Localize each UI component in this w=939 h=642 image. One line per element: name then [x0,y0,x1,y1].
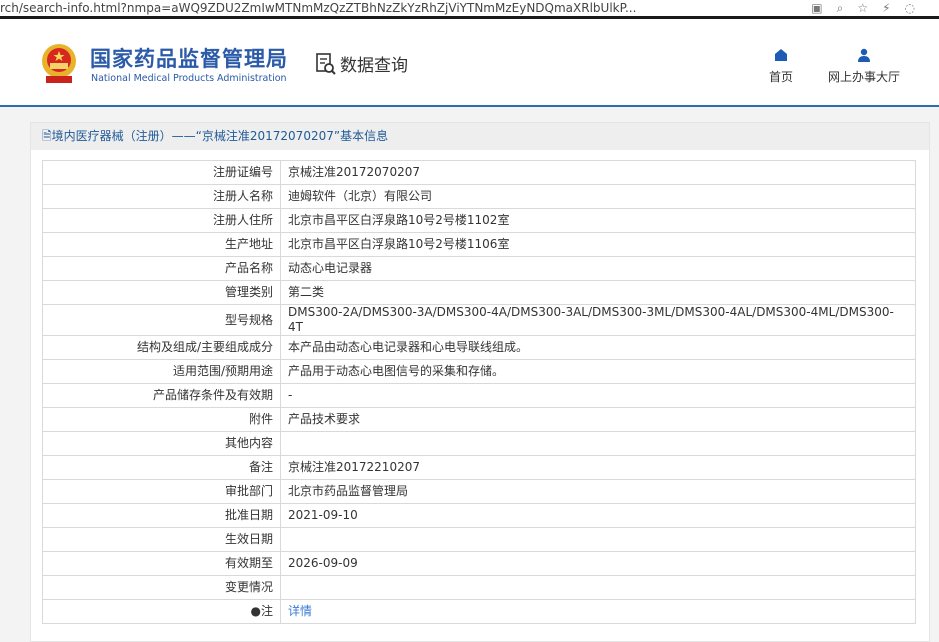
detail-table: 注册证编号 京械注准20172070207 注册人名称 迪姆软件（北京）有限公司 注册人… [42,160,916,624]
table-row: ●注 详情 [42,599,916,624]
table-row: 审批部门 北京市药品监督管理局 [42,479,916,504]
field-label: 适用范围/预期用途 [42,359,281,384]
field-value: 京械注准20172070207 [280,160,916,185]
nav-online-hall-label: 网上办事大厅 [828,70,901,84]
field-label: 生产地址 [42,232,281,257]
table-row: 产品储存条件及有效期 - [42,383,916,408]
field-label: 审批部门 [42,479,281,504]
field-label: 备注 [42,455,281,480]
table-row: 结构及组成/主要组成成分 本产品由动态心电记录器和心电导联线组成。 [42,335,916,360]
field-label: 产品名称 [42,256,281,281]
table-row: 产品名称 动态心电记录器 [42,256,916,281]
nav-home-label: 首页 [769,70,794,84]
field-label: 注册人住所 [42,208,281,233]
logo-title[interactable]: 国家药品监督管理局 [90,43,288,73]
table-row: 生效日期 [42,527,916,552]
address-bar[interactable]: rch/search-info.html?nmpa=aWQ9ZDU2ZmIwMT… [0,0,939,16]
table-row: 变更情况 [42,575,916,600]
field-label: ●注 [42,599,281,624]
field-label: 注册人名称 [42,184,281,209]
field-value: 北京市药品监督管理局 [280,479,916,504]
table-row: 有效期至 2026-09-09 [42,551,916,576]
home-icon [775,49,787,61]
table-row: 生产地址 北京市昌平区白浮泉路10号2号楼1106室 [42,232,916,257]
table-row: 附件 产品技术要求 [42,407,916,432]
field-value: 2026-09-09 [280,551,916,576]
table-row: 其他内容 [42,431,916,456]
field-value: 产品技术要求 [280,407,916,432]
field-label: 生效日期 [42,527,281,552]
field-value: - [280,383,916,408]
field-value: 产品用于动态心电图信号的采集和存储。 [280,359,916,384]
field-label: 批准日期 [42,503,281,528]
field-value: 迪姆软件（北京）有限公司 [280,184,916,209]
field-value: 详情 [280,599,916,624]
field-value: 北京市昌平区白浮泉路10号2号楼1102室 [280,208,916,233]
logo-subtitle: National Medical Products Administration [91,73,287,84]
data-query-section: 数据查询 [314,51,408,76]
browser-toolbar-icons[interactable]: ▣⌕☆⚡◌ [811,0,929,16]
field-value: 北京市昌平区白浮泉路10号2号楼1106室 [280,232,916,257]
field-value: 本产品由动态心电记录器和心电导联线组成。 [280,335,916,360]
field-value: 2021-09-10 [280,503,916,528]
field-value [280,431,916,456]
table-row: 型号规格 DMS300-2A/DMS300-3A/DMS300-4A/DMS300… [42,304,916,336]
document-icon: 🗎 [42,129,52,143]
field-value: 第二类 [280,280,916,305]
field-label: 附件 [42,407,281,432]
table-row: 适用范围/预期用途 产品用于动态心电图信号的采集和存储。 [42,359,916,384]
url-text[interactable]: rch/search-info.html?nmpa=aWQ9ZDU2ZmIwMT… [0,0,636,16]
field-label: 结构及组成/主要组成成分 [42,335,281,360]
table-row: 注册证编号 京械注准20172070207 [42,160,916,185]
user-icon [858,48,870,62]
info-panel: 🗎境内医疗器械（注册）——“京械注准20172070207”基本信息 注册证编号… [30,122,930,642]
nav-home[interactable]: 首页 [769,48,793,85]
field-label: 型号规格 [42,304,281,336]
data-search-icon [316,52,336,75]
details-link[interactable]: 详情 [288,604,312,618]
note-label: 注 [260,604,273,618]
pin-icon: ● [250,604,261,618]
panel-title-bar: 🗎境内医疗器械（注册）——“京械注准20172070207”基本信息 [31,123,929,150]
table-row: 注册人住所 北京市昌平区白浮泉路10号2号楼1102室 [42,208,916,233]
nav-online-hall[interactable]: 网上办事大厅 [828,48,900,85]
field-label: 管理类别 [42,280,281,305]
field-label: 其他内容 [42,431,281,456]
field-value [280,575,916,600]
field-value [280,527,916,552]
section-title: 数据查询 [340,56,408,76]
field-value: 动态心电记录器 [280,256,916,281]
table-row: 管理类别 第二类 [42,280,916,305]
field-label: 注册证编号 [42,160,281,185]
table-row: 注册人名称 迪姆软件（北京）有限公司 [42,184,916,209]
table-row: 批准日期 2021-09-10 [42,503,916,528]
national-emblem-icon [42,44,76,83]
site-header: 国家药品监督管理局 National Medical Products Admi… [0,19,939,107]
field-value: DMS300-2A/DMS300-3A/DMS300-4A/DMS300-3AL… [280,304,916,336]
field-label: 有效期至 [42,551,281,576]
field-value: 京械注准20172210207 [280,455,916,480]
panel-title: 境内医疗器械（注册）——“京械注准20172070207”基本信息 [51,129,389,143]
field-label: 产品储存条件及有效期 [42,383,281,408]
table-row: 备注 京械注准20172210207 [42,455,916,480]
field-label: 变更情况 [42,575,281,600]
